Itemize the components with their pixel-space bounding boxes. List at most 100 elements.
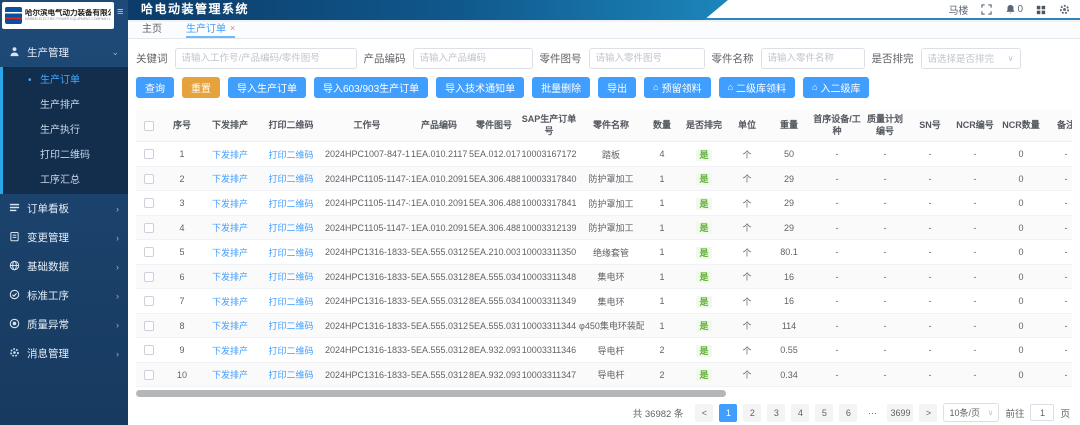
dispatch-link[interactable]: 下发排产 [202, 338, 258, 363]
print-qrcode-link[interactable]: 打印二维码 [258, 215, 324, 240]
notifications-bell-icon[interactable]: 0 [1005, 4, 1023, 15]
sidebar-group-3[interactable]: 基础数据› [0, 252, 128, 281]
filter-select-4[interactable]: 请选择是否排完∨ [921, 48, 1021, 69]
sidebar-group-6[interactable]: 消息管理› [0, 339, 128, 368]
action-button-0[interactable]: 查询 [136, 77, 174, 98]
row-checkbox[interactable] [144, 149, 154, 159]
print-qrcode-link[interactable]: 打印二维码 [258, 191, 324, 216]
column-header-13[interactable]: 质量计划编号 [862, 109, 908, 142]
column-header-6[interactable]: SAP生产订单号 [520, 109, 578, 142]
print-qrcode-link[interactable]: 打印二维码 [258, 338, 324, 363]
dispatch-link[interactable]: 下发排产 [202, 215, 258, 240]
action-button-7[interactable]: ⌂预留领料 [644, 77, 710, 98]
filter-input-1[interactable] [413, 48, 533, 69]
row-checkbox[interactable] [144, 296, 154, 306]
column-header-0[interactable]: 序号 [162, 109, 202, 142]
dispatch-link[interactable]: 下发排产 [202, 313, 258, 338]
tab-production-order[interactable]: 生产订单 × [186, 20, 235, 38]
column-header-10[interactable]: 单位 [728, 109, 766, 142]
print-qrcode-link[interactable]: 打印二维码 [258, 166, 324, 191]
column-header-9[interactable]: 是否排完 [680, 109, 728, 142]
row-checkbox[interactable] [144, 370, 154, 380]
page-button-3699[interactable]: 3699 [887, 404, 913, 422]
action-button-9[interactable]: ⌂入二级库 [803, 77, 869, 98]
username[interactable]: 马楼 [948, 2, 968, 17]
row-checkbox[interactable] [144, 247, 154, 257]
column-header-11[interactable]: 重量 [766, 109, 812, 142]
action-button-8[interactable]: ⌂二级库领料 [719, 77, 795, 98]
filter-input-3[interactable] [761, 48, 865, 69]
page-size-select[interactable]: 10条/页 ∨ [943, 403, 999, 422]
filter-input-0[interactable] [175, 48, 357, 69]
column-header-5[interactable]: 零件图号 [468, 109, 520, 142]
sidebar-item-3[interactable]: 打印二维码 [0, 143, 128, 168]
column-header-3[interactable]: 工作号 [324, 109, 410, 142]
fullscreen-icon[interactable] [981, 4, 992, 15]
sidebar-group-1[interactable]: 订单看板› [0, 194, 128, 223]
print-qrcode-link[interactable]: 打印二维码 [258, 142, 324, 167]
page-button-5[interactable]: 5 [815, 404, 833, 422]
column-header-4[interactable]: 产品编码 [410, 109, 468, 142]
column-header-7[interactable]: 零件名称 [578, 109, 644, 142]
dispatch-link[interactable]: 下发排产 [202, 240, 258, 265]
sidebar-item-4[interactable]: 工序汇总 [0, 168, 128, 193]
dispatch-link[interactable]: 下发排产 [202, 191, 258, 216]
dispatch-link[interactable]: 下发排产 [202, 264, 258, 289]
sidebar-item-2[interactable]: 生产执行 [0, 118, 128, 143]
column-header-12[interactable]: 首序设备/工种 [812, 109, 862, 142]
sidebar-collapse-icon[interactable]: ≡ [117, 7, 123, 18]
column-header-8[interactable]: 数量 [644, 109, 680, 142]
column-header-17[interactable]: 备注 [1044, 109, 1072, 142]
apps-grid-icon[interactable] [1036, 5, 1046, 15]
page-button-3[interactable]: 3 [767, 404, 785, 422]
row-checkbox[interactable] [144, 272, 154, 282]
sidebar-group-2[interactable]: 变更管理› [0, 223, 128, 252]
page-button-4[interactable]: 4 [791, 404, 809, 422]
action-button-2[interactable]: 导入生产订单 [228, 77, 306, 98]
row-checkbox[interactable] [144, 321, 154, 331]
row-select-cell [136, 338, 162, 363]
print-qrcode-link[interactable]: 打印二维码 [258, 289, 324, 314]
column-header-15[interactable]: NCR编号 [952, 109, 998, 142]
sidebar-group-0[interactable]: 生产管理⌄ [0, 38, 128, 67]
filter-input-2[interactable] [589, 48, 705, 69]
column-header-2[interactable]: 打印二维码 [258, 109, 324, 142]
dispatch-link[interactable]: 下发排产 [202, 362, 258, 387]
dispatch-link[interactable]: 下发排产 [202, 289, 258, 314]
sidebar-item-0[interactable]: 生产订单 [0, 68, 128, 93]
settings-gear-icon[interactable] [1059, 4, 1070, 15]
tab-home[interactable]: 主页 [142, 20, 162, 38]
select-all-checkbox[interactable] [144, 121, 154, 131]
horizontal-scrollbar[interactable] [136, 390, 1072, 397]
row-checkbox[interactable] [144, 345, 154, 355]
print-qrcode-link[interactable]: 打印二维码 [258, 313, 324, 338]
close-tab-icon[interactable]: × [230, 23, 235, 33]
row-checkbox[interactable] [144, 223, 154, 233]
prev-page-button[interactable]: < [695, 404, 713, 422]
column-header-16[interactable]: NCR数量 [998, 109, 1044, 142]
print-qrcode-link[interactable]: 打印二维码 [258, 240, 324, 265]
dispatch-link[interactable]: 下发排产 [202, 142, 258, 167]
action-button-6[interactable]: 导出 [598, 77, 636, 98]
dispatch-link[interactable]: 下发排产 [202, 166, 258, 191]
sidebar-group-5[interactable]: 质量异常› [0, 310, 128, 339]
page-button-2[interactable]: 2 [743, 404, 761, 422]
print-qrcode-link[interactable]: 打印二维码 [258, 264, 324, 289]
row-checkbox[interactable] [144, 174, 154, 184]
action-button-4[interactable]: 导入技术通知单 [436, 77, 524, 98]
chevron-down-icon: ⌄ [111, 47, 119, 58]
print-qrcode-link[interactable]: 打印二维码 [258, 362, 324, 387]
action-button-3[interactable]: 导入603/903生产订单 [314, 77, 428, 98]
page-button-1[interactable]: 1 [719, 404, 737, 422]
scrollbar-thumb[interactable] [136, 390, 726, 397]
action-button-5[interactable]: 批量删除 [532, 77, 590, 98]
column-header-14[interactable]: SN号 [908, 109, 952, 142]
sidebar-item-1[interactable]: 生产排产 [0, 93, 128, 118]
column-header-1[interactable]: 下发排产 [202, 109, 258, 142]
next-page-button[interactable]: > [919, 404, 937, 422]
row-checkbox[interactable] [144, 198, 154, 208]
goto-page-input[interactable] [1030, 404, 1054, 421]
sidebar-group-4[interactable]: 标准工序› [0, 281, 128, 310]
page-button-6[interactable]: 6 [839, 404, 857, 422]
action-button-1[interactable]: 重置 [182, 77, 220, 98]
